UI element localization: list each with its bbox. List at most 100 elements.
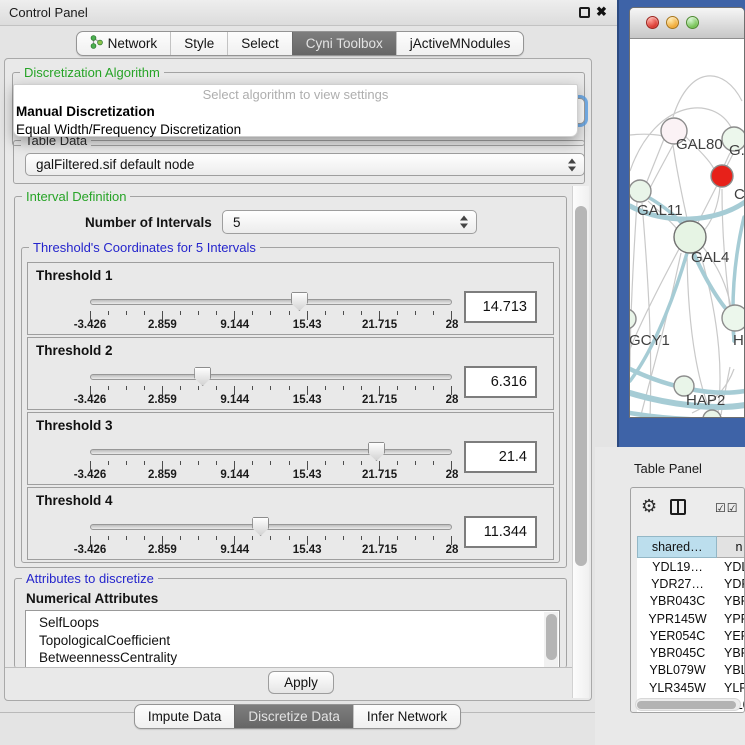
threshold-slider[interactable] bbox=[90, 370, 452, 386]
float-window-button[interactable] bbox=[579, 7, 590, 18]
threshold-label: Threshold 1 bbox=[36, 268, 113, 283]
list-item-selfloops[interactable]: SelfLoops bbox=[26, 611, 559, 632]
tick-label: -3.426 bbox=[74, 469, 107, 481]
threshold-value-box[interactable]: 21.4 bbox=[464, 441, 537, 473]
tab-impute-data[interactable]: Impute Data bbox=[135, 705, 235, 728]
network-window-titlebar[interactable] bbox=[630, 8, 744, 39]
tab-label: Impute Data bbox=[148, 709, 222, 724]
table-row[interactable]: YBR043CYBR0 bbox=[637, 593, 745, 610]
table-cell: YBR0 bbox=[718, 594, 745, 608]
tab-discretize-data[interactable]: Discretize Data bbox=[234, 705, 353, 728]
table-cell: YBL0 bbox=[718, 663, 745, 677]
tab-cyni-toolbox[interactable]: Cyni Toolbox bbox=[292, 32, 396, 55]
algorithm-option-manual[interactable]: Manual Discretization bbox=[16, 104, 155, 119]
tick-mark bbox=[397, 386, 398, 390]
num-intervals-combobox[interactable]: 5 bbox=[222, 210, 477, 234]
threshold-slider[interactable] bbox=[90, 520, 452, 536]
table-horizontal-scrollbar-thumb[interactable] bbox=[637, 701, 736, 709]
tick-label: 15.43 bbox=[293, 319, 322, 331]
network-node-gal11[interactable] bbox=[630, 180, 651, 202]
tab-style[interactable]: Style bbox=[170, 32, 227, 55]
combo-stepper-icon bbox=[568, 158, 576, 171]
column-header-shared-name[interactable]: shared… bbox=[637, 536, 717, 558]
tick-mark bbox=[270, 461, 271, 465]
threshold-value-box[interactable]: 14.713 bbox=[464, 291, 537, 323]
control-panel-titlebar: Control Panel ✖ bbox=[0, 0, 617, 26]
thresholds-group-title: Threshold's Coordinates for 5 Intervals bbox=[29, 240, 260, 255]
threshold-slider[interactable] bbox=[90, 295, 452, 311]
tick-label: 28 bbox=[446, 544, 459, 556]
tick-mark bbox=[198, 386, 199, 390]
apply-button[interactable]: Apply bbox=[268, 671, 334, 694]
tab-label: Infer Network bbox=[367, 709, 447, 724]
table-row[interactable]: YBL079WYBL0 bbox=[637, 662, 745, 679]
numerical-attributes-label: Numerical Attributes bbox=[26, 591, 158, 606]
tab-jactivemnodules[interactable]: jActiveMNodules bbox=[396, 32, 524, 55]
zoom-traffic-light[interactable] bbox=[686, 16, 699, 29]
top-tabbar: Network Style Select Cyni Toolbox jActiv… bbox=[0, 26, 600, 60]
node-label-h: H bbox=[733, 332, 744, 349]
column-layout-icon[interactable] bbox=[670, 499, 686, 515]
panel-scrollbar-thumb[interactable] bbox=[575, 206, 587, 566]
close-traffic-light[interactable] bbox=[646, 16, 659, 29]
threshold-slider[interactable] bbox=[90, 445, 452, 461]
list-item-topologicalcoefficient[interactable]: TopologicalCoefficient bbox=[26, 632, 559, 650]
tick-mark bbox=[343, 311, 344, 315]
threshold-value-box[interactable]: 11.344 bbox=[464, 516, 537, 548]
tick-label: 28 bbox=[446, 394, 459, 406]
tab-select[interactable]: Select bbox=[227, 32, 292, 55]
threshold-slider-thumb[interactable] bbox=[291, 292, 308, 311]
tick-mark bbox=[126, 461, 127, 465]
divider bbox=[5, 667, 587, 668]
table-cell: YBR045C bbox=[637, 646, 718, 660]
close-icon[interactable]: ✖ bbox=[596, 4, 607, 20]
tick-label: 2.859 bbox=[148, 544, 177, 556]
tick-mark bbox=[216, 536, 217, 540]
network-graph: GAL80 G. C GAL11 GAL4 GCY1 H HAP2 bbox=[630, 39, 744, 417]
select-columns-icons[interactable]: ☑☑ bbox=[715, 501, 739, 515]
tab-label: Cyni Toolbox bbox=[306, 36, 383, 51]
panel-scrollbar[interactable] bbox=[572, 186, 589, 698]
threshold-value-box[interactable]: 6.316 bbox=[464, 366, 537, 398]
table-row[interactable]: YER054CYER0 bbox=[637, 627, 745, 644]
table-row[interactable]: YPR145WYPR1 bbox=[637, 610, 745, 627]
list-scrollbar-thumb[interactable] bbox=[546, 614, 557, 660]
list-scrollbar[interactable] bbox=[544, 612, 558, 668]
tick-mark bbox=[361, 311, 362, 315]
tick-mark bbox=[397, 461, 398, 465]
tab-network[interactable]: Network bbox=[77, 32, 171, 55]
gear-icon[interactable]: ⚙ bbox=[641, 496, 657, 517]
slider-tick-labels: -3.4262.8599.14415.4321.71528 bbox=[90, 544, 452, 557]
list-item-betweennesscentrality[interactable]: BetweennessCentrality bbox=[26, 649, 559, 667]
slider-tick-labels: -3.4262.8599.14415.4321.71528 bbox=[90, 469, 452, 482]
network-canvas[interactable]: GAL80 G. C GAL11 GAL4 GCY1 H HAP2 bbox=[630, 39, 744, 417]
slider-track[interactable] bbox=[90, 374, 452, 380]
tick-mark bbox=[343, 461, 344, 465]
network-node-h[interactable] bbox=[722, 305, 744, 331]
tick-mark bbox=[361, 461, 362, 465]
node-label-gal80: GAL80 bbox=[676, 136, 723, 153]
threshold-slider-thumb[interactable] bbox=[252, 517, 269, 536]
network-node-selected-red[interactable] bbox=[711, 165, 733, 187]
column-header-name[interactable]: n bbox=[717, 536, 745, 558]
table-row[interactable]: YDL19…YDL1 bbox=[637, 558, 745, 575]
tab-label: Select bbox=[241, 36, 279, 51]
slider-track[interactable] bbox=[90, 524, 452, 530]
minimize-traffic-light[interactable] bbox=[666, 16, 679, 29]
threshold-panel-1: Threshold 1 -3.4262.8599.14415.4321.7152… bbox=[27, 262, 554, 335]
network-node-gcy1[interactable] bbox=[630, 309, 636, 329]
threshold-slider-thumb[interactable] bbox=[194, 367, 211, 386]
tab-infer-network[interactable]: Infer Network bbox=[353, 705, 460, 728]
algorithm-hint: Select algorithm to view settings bbox=[14, 87, 577, 102]
bottom-tabbar: Impute Data Discretize Data Infer Networ… bbox=[0, 701, 595, 733]
table-data-combobox[interactable]: galFiltered.sif default node bbox=[25, 153, 585, 176]
threshold-slider-thumb[interactable] bbox=[368, 442, 385, 461]
tick-label: 2.859 bbox=[148, 394, 177, 406]
slider-track[interactable] bbox=[90, 299, 452, 305]
table-horizontal-scrollbar[interactable] bbox=[635, 698, 741, 711]
slider-track[interactable] bbox=[90, 449, 452, 455]
table-row[interactable]: YLR345WYLR3 bbox=[637, 679, 745, 696]
table-row[interactable]: YBR045CYBR0 bbox=[637, 644, 745, 661]
algorithm-option-equal-width[interactable]: Equal Width/Frequency Discretization bbox=[16, 122, 241, 137]
table-row[interactable]: YDR27…YDR2 bbox=[637, 575, 745, 592]
